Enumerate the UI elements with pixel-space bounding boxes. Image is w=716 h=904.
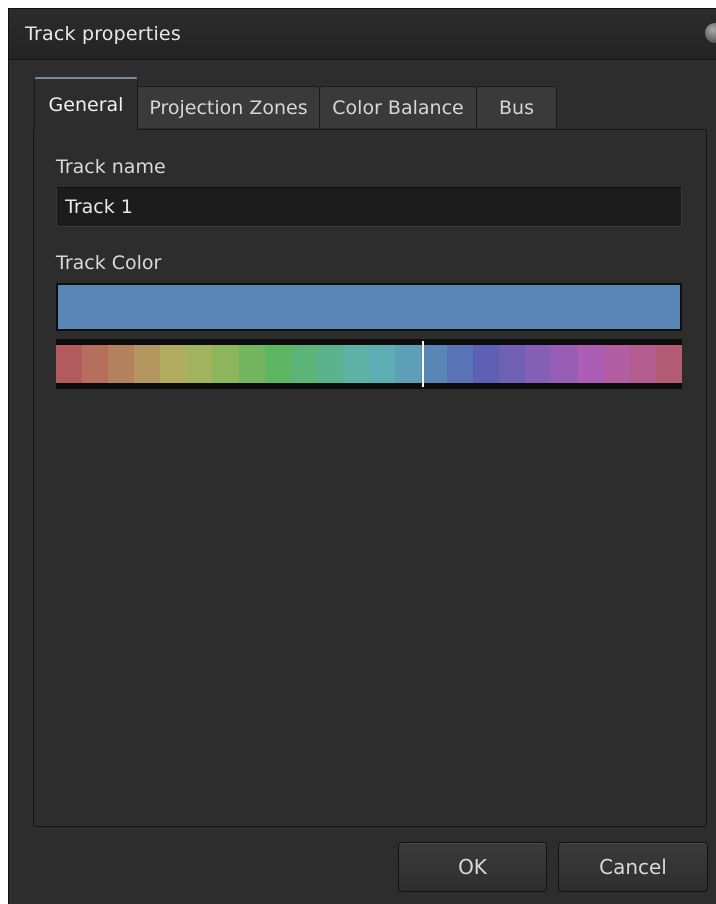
tab-general[interactable]: General [34, 77, 138, 130]
palette-cell[interactable] [395, 345, 422, 383]
palette-cell[interactable] [421, 345, 448, 383]
palette-cell[interactable] [56, 345, 83, 383]
track-name-input[interactable] [56, 187, 682, 227]
palette-cell[interactable] [447, 345, 474, 383]
tab-bus[interactable]: Bus [476, 86, 557, 128]
track-properties-dialog: Track properties General Projection Zone… [8, 8, 716, 904]
palette-selection-marker[interactable] [422, 341, 425, 387]
tab-color-balance[interactable]: Color Balance [319, 86, 477, 128]
palette-cell[interactable] [212, 345, 239, 383]
palette-cell[interactable] [368, 345, 396, 383]
palette-cell[interactable] [238, 345, 265, 383]
ok-button[interactable]: OK [398, 842, 547, 892]
palette-cell[interactable] [342, 345, 369, 383]
color-palette-strip[interactable] [56, 341, 682, 387]
palette-cell[interactable] [264, 345, 291, 383]
palette-cell[interactable] [134, 345, 161, 383]
window-title: Track properties [25, 23, 181, 45]
general-tab-panel: Track name Track Color [33, 129, 707, 827]
palette-cell[interactable] [316, 345, 343, 383]
palette-cell[interactable] [603, 345, 630, 383]
track-color-swatch [56, 283, 682, 331]
window-orb-icon[interactable] [705, 23, 716, 43]
cancel-button[interactable]: Cancel [558, 842, 708, 892]
track-color-label: Track Color [56, 252, 162, 274]
track-name-label: Track name [56, 156, 166, 178]
palette-cell[interactable] [525, 345, 552, 383]
palette-cell[interactable] [629, 345, 656, 383]
title-bar[interactable]: Track properties [9, 9, 716, 60]
palette-cell[interactable] [577, 345, 604, 383]
palette-cell[interactable] [290, 345, 317, 383]
tab-projection-zones[interactable]: Projection Zones [137, 86, 320, 128]
color-palette-picker[interactable] [56, 339, 682, 389]
palette-cell[interactable] [160, 345, 187, 383]
palette-cell[interactable] [499, 345, 526, 383]
palette-cell[interactable] [473, 345, 500, 383]
palette-cell[interactable] [551, 345, 578, 383]
palette-cell[interactable] [186, 345, 213, 383]
palette-cell[interactable] [655, 345, 682, 383]
palette-cell[interactable] [108, 345, 135, 383]
palette-cell[interactable] [82, 345, 109, 383]
